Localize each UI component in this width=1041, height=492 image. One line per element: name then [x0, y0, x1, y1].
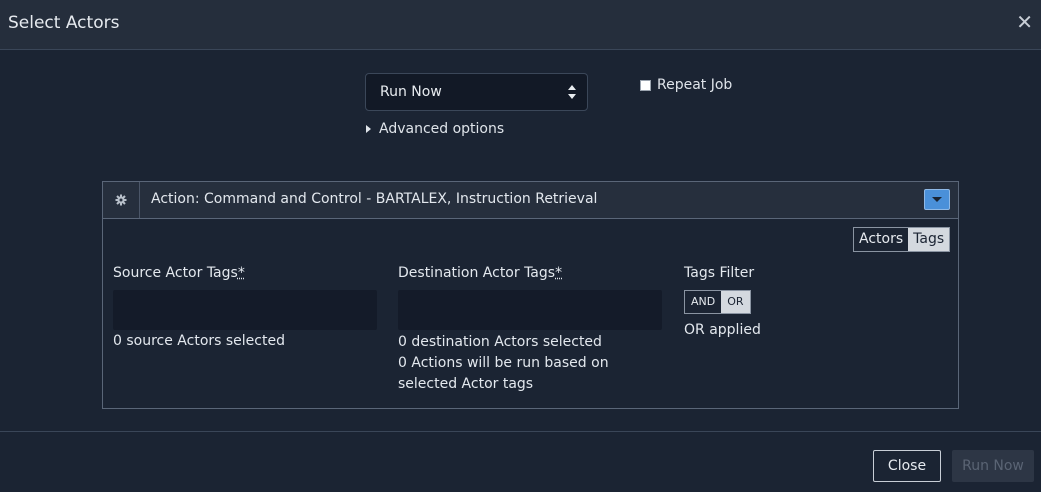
close-icon[interactable]: ✕ — [1016, 12, 1033, 32]
gear-icon-svg — [115, 194, 127, 206]
repeat-job-box[interactable] — [640, 79, 651, 91]
advanced-options-label: Advanced options — [379, 121, 505, 137]
destination-tags-input[interactable] — [398, 290, 662, 330]
run-now-button[interactable]: Run Now — [952, 450, 1034, 482]
actors-mode-button[interactable]: Actors — [854, 228, 909, 251]
actions-run-note: 0 Actions will be run based on selected … — [398, 355, 609, 392]
destination-tags-label-text: Destination Actor Tags — [398, 265, 556, 281]
select-actors-dialog: Select Actors ✕ Run Now Repeat Job Advan… — [0, 0, 1041, 492]
source-tags-label-text: Source Actor Tags — [113, 265, 238, 281]
source-tags-input[interactable] — [113, 290, 377, 330]
or-filter-button[interactable]: OR — [721, 291, 750, 313]
destination-tags-label: Destination Actor Tags* — [398, 265, 562, 281]
destination-required-marker: * — [555, 265, 563, 281]
source-tags-label: Source Actor Tags* — [113, 265, 245, 281]
destination-status: 0 destination Actors selected — [398, 334, 602, 350]
caret-right-icon — [366, 125, 371, 133]
actors-tags-toggle: Actors Tags — [853, 227, 951, 252]
repeat-job-label: Repeat Job — [657, 77, 733, 93]
dialog-title: Select Actors — [8, 13, 120, 33]
filter-status: OR applied — [684, 322, 761, 338]
chevron-down-icon — [932, 197, 942, 202]
and-filter-button[interactable]: AND — [685, 291, 722, 313]
select-arrows-icon — [568, 85, 576, 99]
close-button[interactable]: Close — [873, 450, 941, 482]
and-or-toggle: AND OR — [684, 290, 751, 314]
footer-divider — [0, 431, 1041, 432]
repeat-job-checkbox[interactable]: Repeat Job — [640, 77, 732, 93]
gear-icon[interactable] — [103, 182, 140, 218]
action-panel-header: Action: Command and Control - BARTALEX, … — [103, 182, 958, 219]
schedule-select[interactable]: Run Now — [365, 73, 588, 111]
tags-mode-button[interactable]: Tags — [908, 228, 950, 251]
action-dropdown-button[interactable] — [924, 189, 950, 210]
schedule-select-value: Run Now — [380, 84, 442, 100]
tags-filter-label: Tags Filter — [684, 265, 755, 281]
source-required-marker: * — [237, 265, 245, 281]
source-status: 0 source Actors selected — [113, 333, 285, 349]
dialog-header: Select Actors ✕ — [0, 0, 1041, 50]
action-title: Action: Command and Control - BARTALEX, … — [151, 191, 598, 207]
advanced-options-toggle[interactable]: Advanced options — [366, 121, 504, 137]
action-panel: Action: Command and Control - BARTALEX, … — [102, 181, 959, 409]
